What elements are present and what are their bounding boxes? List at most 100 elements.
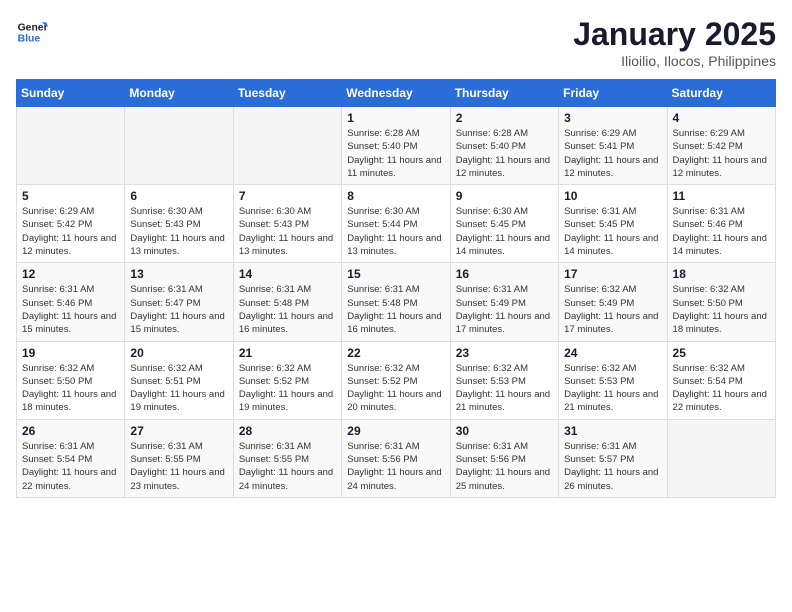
- sunrise-text: Sunrise: 6:31 AM: [130, 441, 202, 452]
- calendar-week-5: 26Sunrise: 6:31 AMSunset: 5:54 PMDayligh…: [17, 419, 776, 497]
- calendar-cell: 22Sunrise: 6:32 AMSunset: 5:52 PMDayligh…: [342, 341, 450, 419]
- daylight-text: Daylight: 11 hours and 22 minutes.: [673, 389, 767, 413]
- day-number: 20: [130, 346, 227, 360]
- day-info: Sunrise: 6:32 AM Sunset: 5:50 PM Daylight:…: [22, 362, 119, 415]
- day-number: 25: [673, 346, 770, 360]
- sunrise-text: Sunrise: 6:31 AM: [347, 284, 419, 295]
- day-info: Sunrise: 6:28 AMSunset: 5:40 PMDaylight:…: [347, 127, 444, 180]
- sunrise-text: Sunrise: 6:32 AM: [564, 284, 636, 295]
- day-info: Sunrise: 6:32 AMSunset: 5:51 PMDaylight:…: [130, 362, 227, 415]
- sunset-text: Sunset: 5:53 PM: [564, 376, 634, 387]
- sunset-text: Sunset: 5:42 PM: [673, 141, 743, 152]
- logo: General Blue: [16, 16, 48, 48]
- daylight-text: Daylight: 11 hours and 19 minutes.: [130, 389, 224, 413]
- daylight-text: Daylight: 11 hours and 19 minutes.: [239, 389, 333, 413]
- daylight-text: Daylight: 11 hours and 20 minutes.: [347, 389, 441, 413]
- day-number: 15: [347, 267, 444, 281]
- sunrise-text: Sunrise: 6:31 AM: [22, 441, 94, 452]
- daylight-text: Daylight: 11 hours and 14 minutes.: [456, 233, 550, 257]
- daylight-text: Daylight: 11 hours and 16 minutes.: [239, 311, 333, 335]
- weekday-header-friday: Friday: [559, 80, 667, 107]
- sunset-text: Sunset: 5:42 PM: [22, 219, 92, 230]
- day-info: Sunrise: 6:30 AMSunset: 5:44 PMDaylight:…: [347, 205, 444, 258]
- calendar-cell: 11Sunrise: 6:31 AMSunset: 5:46 PMDayligh…: [667, 185, 775, 263]
- day-info: Sunrise: 6:31 AMSunset: 5:56 PMDaylight:…: [347, 440, 444, 493]
- day-info: Sunrise: 6:32 AMSunset: 5:53 PMDaylight:…: [456, 362, 553, 415]
- daylight-text: Daylight: 11 hours and 18 minutes.: [22, 389, 116, 413]
- weekday-header-monday: Monday: [125, 80, 233, 107]
- day-number: 30: [456, 424, 553, 438]
- day-info: Sunrise: 6:32 AMSunset: 5:53 PMDaylight:…: [564, 362, 661, 415]
- day-number: 24: [564, 346, 661, 360]
- sunset-text: Sunset: 5:41 PM: [564, 141, 634, 152]
- day-info: Sunrise: 6:31 AMSunset: 5:56 PMDaylight:…: [456, 440, 553, 493]
- day-number: 22: [347, 346, 444, 360]
- day-number: 29: [347, 424, 444, 438]
- sunrise-text: Sunrise: 6:31 AM: [347, 441, 419, 452]
- sunset-text: Sunset: 5:48 PM: [347, 298, 417, 309]
- calendar-cell: 18Sunrise: 6:32 AMSunset: 5:50 PMDayligh…: [667, 263, 775, 341]
- day-number: 31: [564, 424, 661, 438]
- sunrise-text: Sunrise: 6:31 AM: [130, 284, 202, 295]
- sunrise-text: Sunrise: 6:28 AM: [347, 128, 419, 139]
- sunrise-text: Sunrise: 6:31 AM: [564, 206, 636, 217]
- title-block: January 2025 Ilioilio, Ilocos, Philippin…: [573, 16, 776, 69]
- weekday-header-tuesday: Tuesday: [233, 80, 341, 107]
- daylight-text: Daylight: 11 hours and 17 minutes.: [564, 311, 658, 335]
- calendar-cell: 15 Sunrise: 6:31 AM Sunset: 5:48 PM Dayligh…: [342, 263, 450, 341]
- sunset-text: Sunset: 5:57 PM: [564, 454, 634, 465]
- day-number: 5: [22, 189, 119, 203]
- sunset-text: Sunset: 5:52 PM: [239, 376, 309, 387]
- sunrise-text: Sunrise: 6:31 AM: [239, 441, 311, 452]
- day-number: 26: [22, 424, 119, 438]
- day-number: 11: [673, 189, 770, 203]
- sunrise-text: Sunrise: 6:31 AM: [456, 441, 528, 452]
- day-number: 4: [673, 111, 770, 125]
- weekday-header-thursday: Thursday: [450, 80, 558, 107]
- sunset-text: Sunset: 5:47 PM: [130, 298, 200, 309]
- calendar-cell: 5Sunrise: 6:29 AMSunset: 5:42 PMDaylight…: [17, 185, 125, 263]
- sunset-text: Sunset: 5:43 PM: [130, 219, 200, 230]
- calendar-cell: 16 Sunrise: 6:31 AMSunset: 5:49 PMDayligh…: [450, 263, 558, 341]
- daylight-text: Daylight: 11 hours and 16 minutes.: [347, 311, 441, 335]
- sunrise-text: Sunrise: 6:32 AM: [239, 363, 311, 374]
- calendar-cell: [17, 107, 125, 185]
- sunset-text: Sunset: 5:45 PM: [456, 219, 526, 230]
- calendar-cell: [233, 107, 341, 185]
- sunset-text: Sunset: 5:45 PM: [564, 219, 634, 230]
- calendar-cell: 6Sunrise: 6:30 AMSunset: 5:43 PMDaylight…: [125, 185, 233, 263]
- calendar-cell: 17Sunrise: 6:32 AMSunset: 5:49 PMDayligh…: [559, 263, 667, 341]
- daylight-text: Daylight: 11 hours and 13 minutes.: [239, 233, 333, 257]
- calendar-cell: 1Sunrise: 6:28 AMSunset: 5:40 PMDaylight…: [342, 107, 450, 185]
- weekday-header-saturday: Saturday: [667, 80, 775, 107]
- day-number: 8: [347, 189, 444, 203]
- daylight-text: Daylight: 11 hours and 21 minutes.: [456, 389, 550, 413]
- day-number: 18: [673, 267, 770, 281]
- sunset-text: Sunset: 5:50 PM: [22, 376, 92, 387]
- day-info: Sunrise: 6:31 AMSunset: 5:55 PMDaylight:…: [130, 440, 227, 493]
- sunrise-text: Sunrise: 6:30 AM: [239, 206, 311, 217]
- day-info: Sunrise: 6:31 AMSunset: 5:49 PMDaylight:…: [456, 283, 553, 336]
- day-number: 17: [564, 267, 661, 281]
- calendar-title: January 2025: [573, 16, 776, 53]
- sunset-text: Sunset: 5:43 PM: [239, 219, 309, 230]
- sunset-text: Sunset: 5:54 PM: [673, 376, 743, 387]
- sunrise-text: Sunrise: 6:31 AM: [22, 284, 94, 295]
- sunrise-text: Sunrise: 6:31 AM: [673, 206, 745, 217]
- calendar-cell: 13Sunrise: 6:31 AMSunset: 5:47 PMDayligh…: [125, 263, 233, 341]
- calendar-cell: 27Sunrise: 6:31 AMSunset: 5:55 PMDayligh…: [125, 419, 233, 497]
- calendar-subtitle: Ilioilio, Ilocos, Philippines: [573, 53, 776, 69]
- sunset-text: Sunset: 5:40 PM: [347, 141, 417, 152]
- calendar-cell: 7Sunrise: 6:30 AMSunset: 5:43 PMDaylight…: [233, 185, 341, 263]
- day-number: 2: [456, 111, 553, 125]
- weekday-header-row: SundayMondayTuesdayWednesdayThursdayFrid…: [17, 80, 776, 107]
- sunset-text: Sunset: 5:52 PM: [347, 376, 417, 387]
- daylight-text: Daylight: 11 hours and 13 minutes.: [347, 233, 441, 257]
- calendar-cell: 12Sunrise: 6:31 AMSunset: 5:46 PMDayligh…: [17, 263, 125, 341]
- sunset-text: Sunset: 5:46 PM: [22, 298, 92, 309]
- calendar-cell: 31Sunrise: 6:31 AMSunset: 5:57 PMDayligh…: [559, 419, 667, 497]
- sunrise-text: Sunrise: 6:32 AM: [22, 363, 94, 374]
- day-number: 16: [456, 267, 553, 281]
- svg-text:Blue: Blue: [18, 34, 41, 45]
- weekday-header-sunday: Sunday: [17, 80, 125, 107]
